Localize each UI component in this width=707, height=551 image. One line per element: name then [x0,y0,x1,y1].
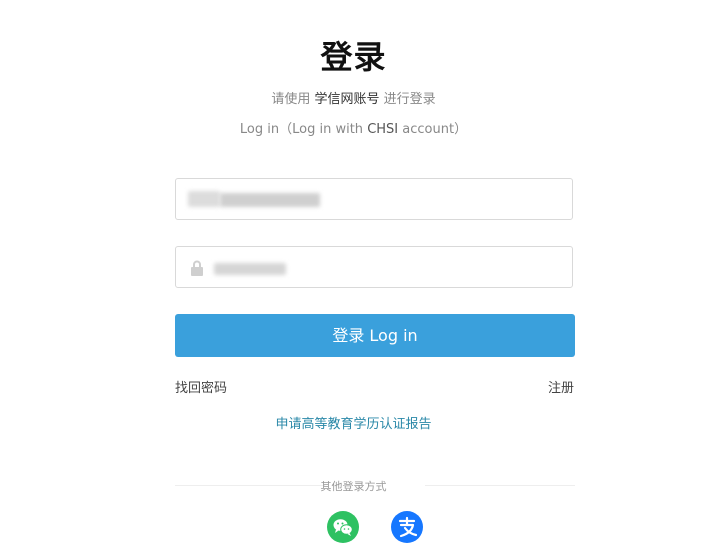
page-title: 登录 [320,38,387,76]
wechat-icon [333,519,353,536]
lock-icon [191,260,203,276]
subtitle-en-account: CHSI [367,122,399,137]
subtitle-en-prefix: Log in（Log in with [239,122,364,137]
password-field[interactable] [175,246,573,288]
apply-report-link[interactable]: 申请高等教育学历认证报告 [0,413,707,432]
register-link[interactable]: 注册 [548,377,574,396]
username-field[interactable] [175,178,573,220]
login-button[interactable]: 登录 Log in [175,314,575,357]
subtitle-en: Log in（Log in with CHSI account） [0,118,707,137]
other-login-label: 其他登录方式 [320,480,387,493]
username-redacted [188,191,220,207]
subtitle-prefix: 请使用 [271,92,311,107]
subtitle-account: 学信网账号 [314,92,380,107]
wechat-login-button[interactable] [327,511,359,543]
alipay-icon [398,516,418,538]
subtitle-suffix: 进行登录 [383,92,436,107]
subtitle-en-suffix: account） [402,122,468,137]
forgot-password-link[interactable]: 找回密码 [175,377,227,396]
alipay-login-button[interactable] [391,511,423,543]
username-redacted [220,193,320,207]
subtitle-cn: 请使用 学信网账号 进行登录 [0,88,707,107]
password-redacted [214,263,286,275]
